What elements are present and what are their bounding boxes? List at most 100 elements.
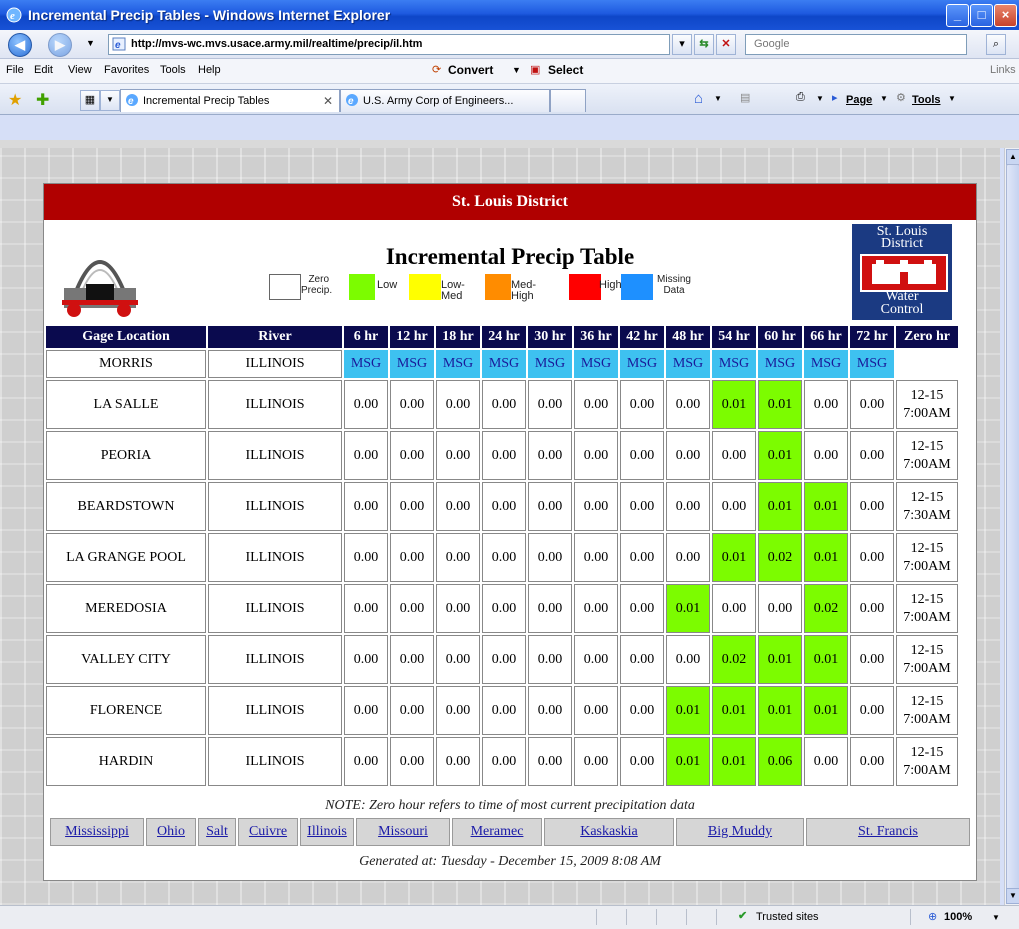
river-link-illinois[interactable]: Illinois [300,818,354,846]
river-link-salt[interactable]: Salt [198,818,236,846]
precip-value-cell: 0.00 [620,584,664,633]
tab-close-icon[interactable]: ✕ [323,94,333,108]
river-link-st-francis[interactable]: St. Francis [806,818,970,846]
status-separator [656,909,657,925]
home-icon[interactable]: ⌂ [694,90,703,107]
river-link-mississippi[interactable]: Mississippi [50,818,144,846]
menu-help[interactable]: Help [198,64,221,76]
river-cell: ILLINOIS [208,737,342,786]
scroll-up-icon[interactable]: ▲ [1006,149,1019,165]
tab-list-button[interactable]: ▼ [100,90,120,111]
menu-tools[interactable]: Tools [160,64,186,76]
zero-hour-date: 12-15 [910,438,944,454]
menu-view[interactable]: View [68,64,92,76]
svg-text:e: e [115,40,121,51]
logo-line2: District [881,236,923,251]
precip-value-cell: 0.00 [528,380,572,429]
river-nav: Mississippi Ohio Salt Cuivre Illinois Missour… [50,818,970,848]
zero-hour-date: 12-15 [910,387,944,403]
menu-favorites[interactable]: Favorites [104,64,149,76]
precip-value-cell: 0.00 [528,482,572,531]
precip-value-cell: 0.00 [528,584,572,633]
links-toolbar[interactable]: Links [990,64,1016,76]
feeds-icon[interactable]: ▤ [740,91,750,104]
print-icon[interactable]: ⎙ [796,91,805,104]
search-input[interactable]: Google [745,34,967,55]
precip-value-cell: 0.00 [620,431,664,480]
column-header: Zero hr [896,326,958,348]
back-button[interactable]: ◀ [8,33,32,57]
precip-value-cell: MSG [804,350,848,378]
add-favorites-icon[interactable]: ✚ [36,90,49,110]
river-link-kaskaskia[interactable]: Kaskaskia [544,818,674,846]
convert-button[interactable]: Convert [448,63,493,77]
address-input[interactable]: e http://mvs-wc.mvs.usace.army.mil/realt… [108,34,670,55]
zoom-icon: ⊕ [928,911,938,923]
status-separator [910,909,911,925]
river-link-missouri[interactable]: Missouri [356,818,450,846]
svg-text:e: e [128,96,134,107]
new-tab-button[interactable] [550,89,586,112]
castle-emblem [860,254,948,292]
precip-value-cell: 0.00 [850,431,894,480]
precip-value-cell: 0.00 [850,635,894,684]
scroll-down-icon[interactable]: ▼ [1006,888,1019,904]
gear-icon[interactable]: ⚙ [896,91,906,104]
precip-value-cell: 0.00 [804,431,848,480]
precip-value-cell: 0.00 [390,533,434,582]
precip-value-cell: 0.00 [666,635,710,684]
search-icon[interactable]: ⌕ [986,34,1006,55]
precip-value-cell: 0.00 [574,482,618,531]
river-link-cuivre[interactable]: Cuivre [238,818,298,846]
zero-hour-cell: 12-15 7:00AM [896,737,958,786]
precip-value-cell: MSG [620,350,664,378]
river-link-ohio[interactable]: Ohio [146,818,196,846]
close-button[interactable]: × [994,4,1017,27]
precip-value-cell: MSG [482,350,526,378]
stop-button[interactable]: ✕ [716,34,736,55]
precip-value-cell: 0.00 [344,380,388,429]
forward-button[interactable]: ▶ [48,33,72,57]
minimize-button[interactable]: _ [946,4,969,27]
table-row: VALLEY CITY ILLINOIS 0.00 0.00 0.00 0.00 0.00 0… [46,635,958,684]
zero-hour-cell [896,350,958,378]
menu-edit[interactable]: Edit [34,64,53,76]
tools-menu[interactable]: Tools [912,94,941,106]
river-cell: ILLINOIS [208,686,342,735]
gage-location-cell: MORRIS [46,350,206,378]
tab-army-corps[interactable]: e U.S. Army Corp of Engineers... [340,89,550,112]
select-button[interactable]: Select [548,63,583,77]
page-menu-icon[interactable]: ▸ [832,91,838,104]
column-header: 42 hr [620,326,664,348]
favorites-star-icon[interactable]: ★ [8,90,22,110]
trusted-check-icon: ✔ [738,910,748,922]
scroll-thumb[interactable] [1006,164,1019,891]
print-dropdown-icon[interactable]: ▼ [816,94,824,103]
refresh-button[interactable]: ⇆ [694,34,714,55]
address-dropdown-button[interactable]: ▾ [672,34,692,55]
tab-incremental-precip[interactable]: e Incremental Precip Tables ✕ [120,89,340,112]
tools-dropdown-icon[interactable]: ▼ [948,94,956,103]
maximize-button[interactable]: □ [970,4,993,27]
river-link-meramec[interactable]: Meramec [452,818,542,846]
history-dropdown-icon[interactable]: ▼ [86,38,95,48]
precip-value-cell: 0.02 [804,584,848,633]
menu-file[interactable]: File [6,64,24,76]
precip-value-cell: 0.01 [666,584,710,633]
svg-text:e: e [348,96,354,107]
home-dropdown-icon[interactable]: ▼ [714,94,722,103]
zero-hour-time: 7:00AM [903,660,951,676]
convert-dropdown-icon[interactable]: ▼ [512,65,521,75]
gateway-arch-logo [62,260,138,317]
window-title: Incremental Precip Tables - Windows Inte… [28,7,391,23]
security-zone[interactable]: Trusted sites [756,911,819,923]
precip-value-cell: MSG [574,350,618,378]
precip-value-cell: 0.00 [390,482,434,531]
quick-tabs-button[interactable]: ▦ [80,90,100,111]
vertical-scrollbar[interactable]: ▲ ▼ [1004,148,1019,905]
zoom-dropdown-icon[interactable]: ▼ [992,913,1000,922]
page-dropdown-icon[interactable]: ▼ [880,94,888,103]
page-menu[interactable]: Page [846,94,872,106]
zoom-level[interactable]: 100% [944,911,972,923]
river-link-big-muddy[interactable]: Big Muddy [676,818,804,846]
